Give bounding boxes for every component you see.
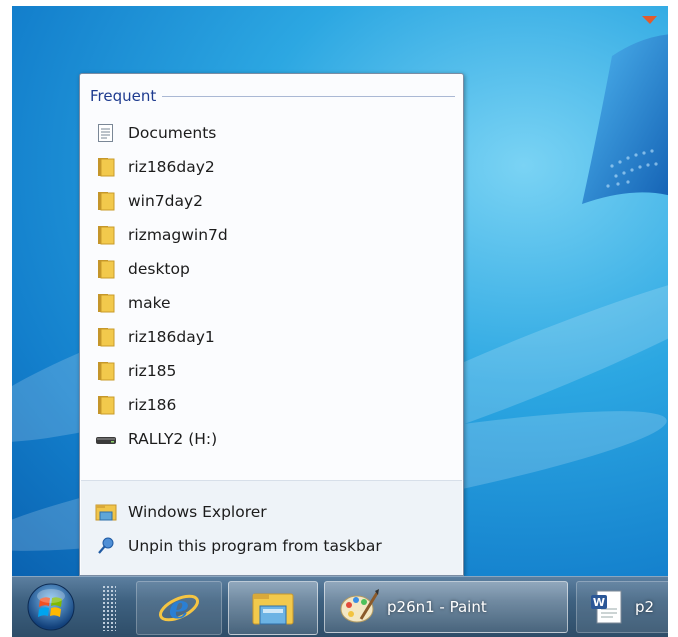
folder-icon: [94, 258, 118, 280]
folder-icon: [94, 292, 118, 314]
tasks-divider: [81, 480, 462, 481]
folder-icon: [94, 360, 118, 382]
task-label: Windows Explorer: [128, 503, 267, 521]
folder-icon: [94, 156, 118, 178]
document-icon: [94, 122, 118, 144]
jump-item-label: riz186: [128, 396, 177, 414]
jump-item-label: Documents: [128, 124, 217, 142]
task-unpin-program[interactable]: Unpin this program from taskbar: [94, 531, 382, 561]
jump-list-menu: Frequent Documents riz186day2 win7day2 r…: [79, 73, 464, 576]
jump-item-make[interactable]: make: [94, 288, 171, 318]
jump-item-label: riz185: [128, 362, 177, 380]
taskbar-internet-explorer[interactable]: e: [136, 581, 222, 635]
start-button[interactable]: [24, 581, 78, 633]
svg-text:W: W: [593, 596, 605, 609]
explorer-folder-icon: [252, 593, 294, 625]
jump-item-label: desktop: [128, 260, 190, 278]
taskbar-paint-window[interactable]: p26n1 - Paint: [324, 581, 568, 633]
unpin-icon: [94, 535, 118, 557]
paint-icon: [340, 589, 379, 623]
jump-item-label: riz186day2: [128, 158, 215, 176]
jump-item-rizmagwin7d[interactable]: rizmagwin7d: [94, 220, 228, 250]
taskbar-windows-explorer[interactable]: [228, 581, 318, 635]
explorer-icon: [94, 501, 118, 523]
section-title: Frequent: [90, 87, 157, 105]
task-windows-explorer[interactable]: Windows Explorer: [94, 497, 267, 527]
jump-item-label: riz186day1: [128, 328, 215, 346]
jump-item-win7day2[interactable]: win7day2: [94, 186, 203, 216]
windows-orb-icon: [27, 583, 75, 631]
taskbar-paint-label: p26n1 - Paint: [387, 598, 487, 616]
folder-icon: [94, 224, 118, 246]
folder-icon: [94, 394, 118, 416]
drive-icon: [94, 428, 118, 450]
jump-item-rally2-drive[interactable]: RALLY2 (H:): [94, 424, 217, 454]
jump-item-label: rizmagwin7d: [128, 226, 228, 244]
jump-item-label: RALLY2 (H:): [128, 430, 218, 448]
jump-item-documents[interactable]: Documents: [94, 118, 216, 148]
jump-item-label: make: [128, 294, 171, 312]
jump-item-riz186day2[interactable]: riz186day2: [94, 152, 215, 182]
folder-icon: [94, 326, 118, 348]
svg-text:e: e: [169, 588, 189, 626]
section-divider: [162, 95, 455, 97]
taskbar-word-label: p2: [635, 598, 655, 616]
windows-logo-wallpaper: [582, 16, 668, 204]
folder-icon: [94, 190, 118, 212]
jump-item-riz186[interactable]: riz186: [94, 390, 176, 420]
taskbar-word-window[interactable]: W p2: [576, 581, 676, 633]
internet-explorer-icon: e: [158, 588, 200, 626]
jump-item-label: win7day2: [128, 192, 204, 210]
task-label: Unpin this program from taskbar: [128, 537, 382, 555]
jump-item-desktop[interactable]: desktop: [94, 254, 190, 284]
frequent-section-header: Frequent: [90, 86, 455, 106]
taskbar: e p26n1 - Paint W p2: [12, 576, 676, 637]
word-document-icon: W: [591, 590, 622, 624]
jump-item-riz186day1[interactable]: riz186day1: [94, 322, 215, 352]
taskbar-gripper[interactable]: [102, 585, 116, 631]
jump-item-riz185[interactable]: riz185: [94, 356, 176, 386]
